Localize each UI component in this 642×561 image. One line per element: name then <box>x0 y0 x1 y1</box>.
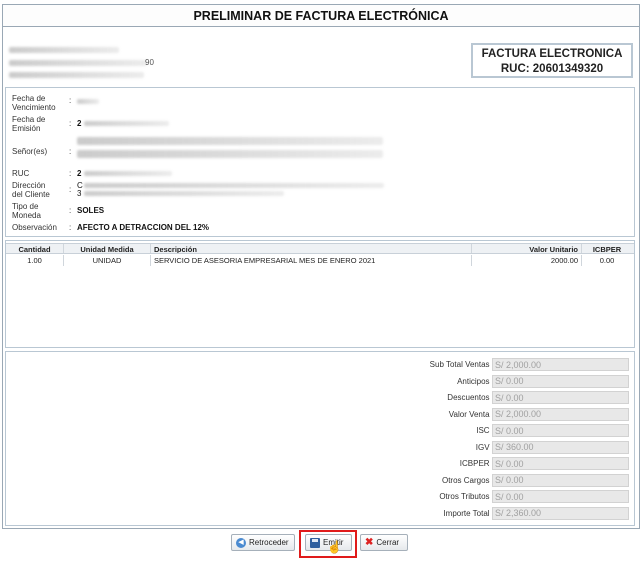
header-icbper: ICBPER <box>592 245 622 253</box>
senor-redacted-2 <box>77 150 383 158</box>
header-unidad: Unidad Medida <box>64 244 151 253</box>
descuentos-field[interactable] <box>492 391 629 404</box>
retroceder-label: Retroceder <box>249 538 289 547</box>
cerrar-button[interactable]: ✖ Cerrar <box>360 534 408 551</box>
direccion-label: Dirección del Cliente <box>12 181 50 199</box>
otros-tributos-label: Otros Tributos : <box>439 492 494 501</box>
cell-descripcion: SERVICIO DE ASESORIA EMPRESARIAL MES DE … <box>151 255 472 266</box>
senor-redacted-1 <box>77 137 383 145</box>
icbper-label: ICBPER : <box>459 459 494 468</box>
document-type: FACTURA ELECTRONICA <box>481 48 623 60</box>
ruc-label: RUC <box>12 169 30 178</box>
total-row-otros-tributos: Otros Tributos : <box>6 490 636 503</box>
emision-redacted <box>84 121 169 126</box>
isc-field[interactable] <box>492 424 629 437</box>
table-row[interactable]: 1.00 UNIDAD SERVICIO DE ASESORIA EMPRESA… <box>6 255 634 266</box>
vencimiento-redacted <box>77 99 99 104</box>
total-row-anticipos: Anticipos : <box>6 374 636 388</box>
ruc-value: 2 <box>77 169 82 178</box>
cell-unidad: UNIDAD <box>64 255 151 266</box>
direccion-redacted-2 <box>84 191 284 196</box>
colon: : <box>69 206 72 215</box>
ruc-redacted <box>84 171 172 176</box>
page-title: PRELIMINAR DE FACTURA ELECTRÓNICA <box>3 5 639 27</box>
igv-field[interactable] <box>492 440 629 454</box>
emitter-name-redacted <box>9 47 119 53</box>
colon: : <box>69 169 72 178</box>
total-row-isc: ISC : <box>6 424 636 437</box>
hand-cursor-icon: ☝ <box>327 540 342 554</box>
document-ruc: RUC: 20601349320 <box>500 63 604 75</box>
otros-cargos-label: Otros Cargos : <box>441 475 494 485</box>
importe-total-label: Importe Total : <box>443 508 494 518</box>
subtotal-field[interactable] <box>492 358 629 371</box>
cell-icbper: 0.00 <box>599 256 615 265</box>
direccion-value-2: 3 <box>77 189 82 198</box>
vencimiento-label: Fecha de Vencimiento <box>12 94 56 112</box>
total-row-importe-total: Importe Total : <box>6 506 636 520</box>
close-icon: ✖ <box>365 537 374 548</box>
icbper-field[interactable] <box>492 457 629 470</box>
retroceder-button[interactable]: ◀ Retroceder <box>231 534 295 551</box>
moneda-label: Tipo de Moneda <box>12 202 41 220</box>
cell-cantidad: 1.00 <box>6 255 64 266</box>
emision-value: 2 <box>77 119 82 128</box>
otros-tributos-field[interactable] <box>492 490 629 503</box>
emision-label: Fecha de Emisión <box>12 115 46 133</box>
document-type-box: FACTURA ELECTRONICA RUC: 20601349320 <box>471 43 633 78</box>
cerrar-label: Cerrar <box>376 538 400 547</box>
total-row-subtotal: Sub Total Ventas : <box>6 358 636 371</box>
cell-valor-unitario: 2000.00 <box>472 255 582 266</box>
header-descripcion: Descripción <box>151 244 472 253</box>
header-cantidad: Cantidad <box>6 244 64 253</box>
items-header-row: Cantidad Unidad Medida Descripción Valor… <box>6 243 634 254</box>
anticipos-field[interactable] <box>492 374 629 388</box>
total-row-descuentos: Descuentos : <box>6 391 636 404</box>
anticipos-label: Anticipos : <box>457 376 494 386</box>
client-info-box: Fecha de Vencimiento : Fecha de Emisión … <box>5 87 635 237</box>
emitter-address-redacted <box>9 60 147 66</box>
observacion-value: AFECTO A DETRACCION DEL 12% <box>77 223 210 232</box>
valor-venta-field[interactable] <box>492 407 629 421</box>
items-table: Cantidad Unidad Medida Descripción Valor… <box>5 240 635 348</box>
colon: : <box>69 96 72 105</box>
observacion-label: Observación <box>12 223 57 232</box>
senor-label: Señor(es) <box>12 147 48 156</box>
importe-total-field[interactable] <box>492 506 629 520</box>
total-row-icbper: ICBPER : <box>6 457 636 470</box>
moneda-value: SOLES <box>77 206 105 215</box>
emitter-address-partial: 90 <box>145 58 154 67</box>
otros-cargos-field[interactable] <box>492 473 629 487</box>
valor-venta-label: Valor Venta : <box>448 409 494 419</box>
direccion-redacted-1 <box>84 183 384 188</box>
header-valor-unitario: Valor Unitario <box>472 244 582 253</box>
total-row-valor-venta: Valor Venta : <box>6 407 636 421</box>
subtotal-label: Sub Total Ventas : <box>429 360 494 369</box>
totals-panel: Sub Total Ventas : Anticipos : Descuento… <box>5 351 635 526</box>
colon: : <box>69 119 72 128</box>
colon: : <box>69 185 72 194</box>
total-row-igv: IGV : <box>6 440 636 454</box>
total-row-otros-cargos: Otros Cargos : <box>6 473 636 487</box>
back-arrow-icon: ◀ <box>236 537 246 548</box>
descuentos-label: Descuentos : <box>447 393 494 402</box>
colon: : <box>69 147 72 156</box>
colon: : <box>69 223 72 232</box>
emitter-phone-redacted <box>9 72 144 78</box>
